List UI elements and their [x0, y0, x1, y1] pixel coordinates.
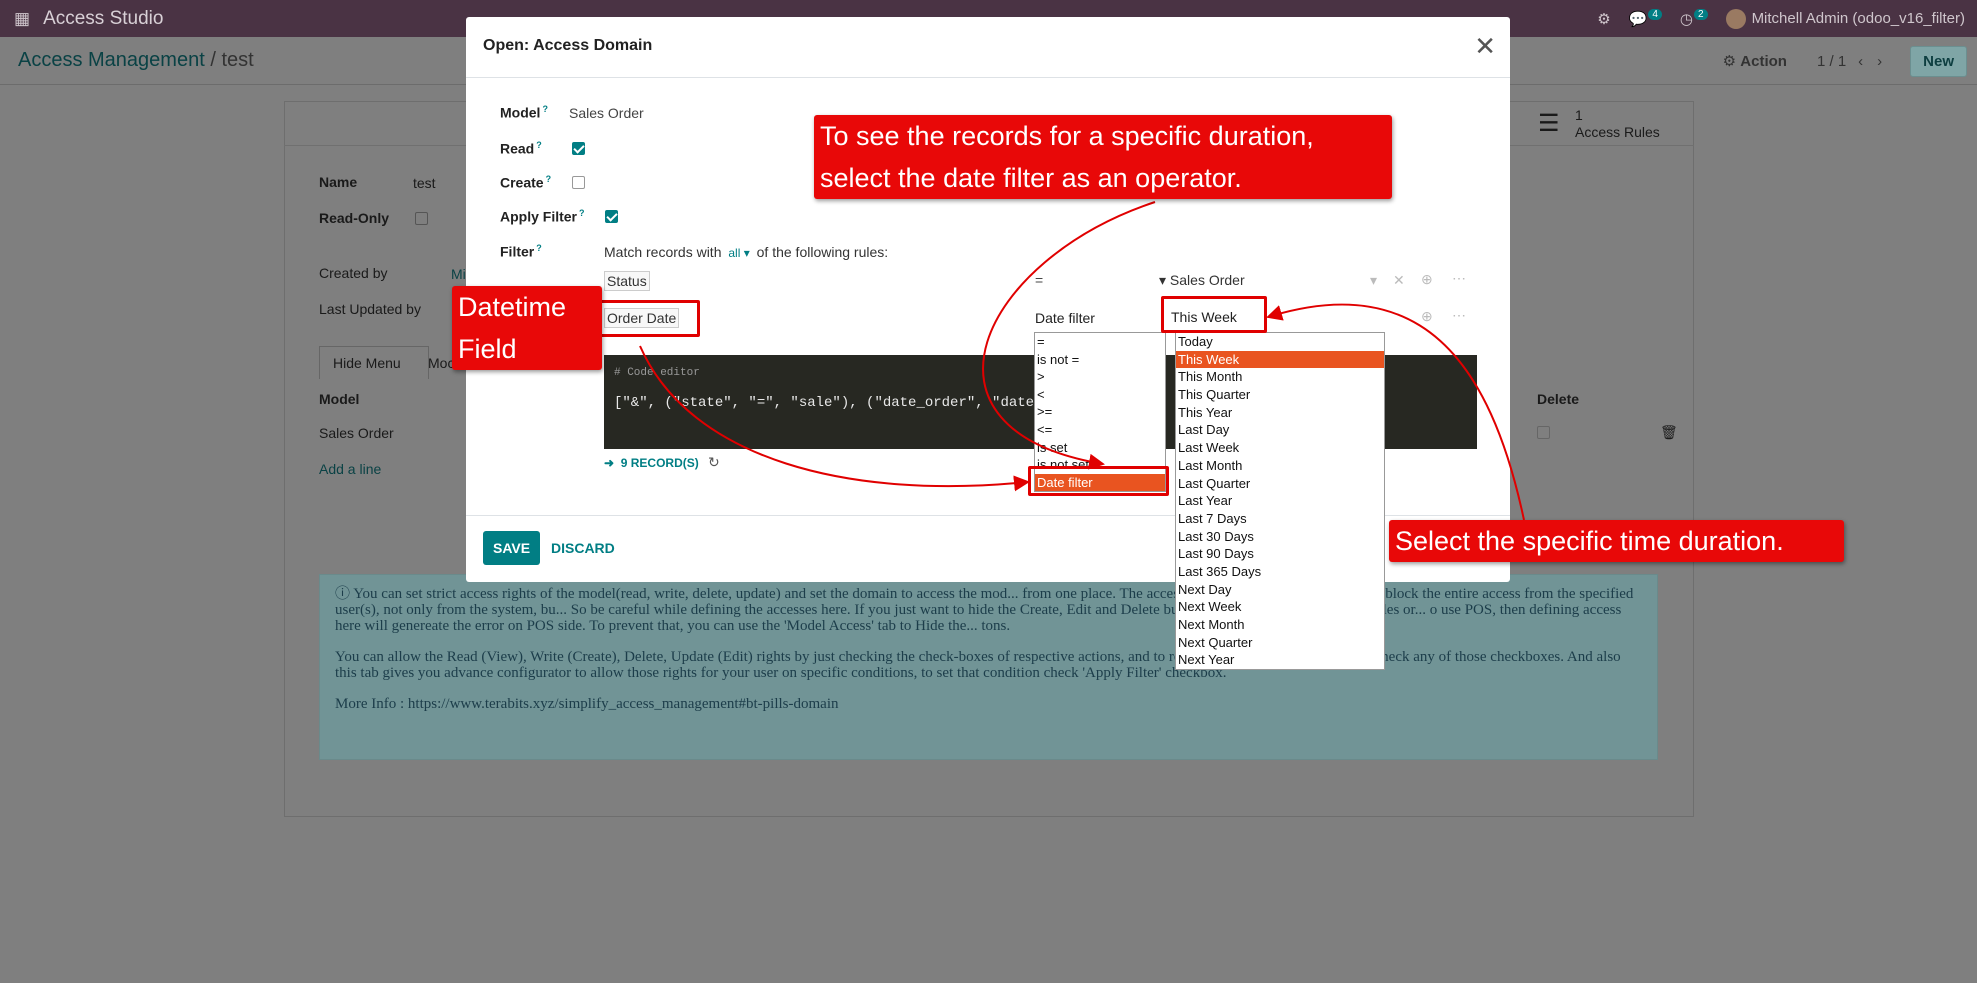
arrow-to-this-week — [1266, 303, 1525, 521]
arrow-to-date-filter-from-top — [982, 201, 1156, 470]
callout-field-line-1: Datetime — [458, 292, 567, 322]
callout-datetime-field: Datetime Field — [452, 286, 602, 370]
callout-field-line-2: Field — [458, 334, 517, 364]
callout-line-2: select the date filter as an operator. — [820, 163, 1242, 193]
callout-date-filter: To see the records for a specific durati… — [814, 115, 1392, 199]
callout-time-duration: Select the specific time duration. — [1389, 520, 1844, 562]
callout-line-1: To see the records for a specific durati… — [820, 121, 1314, 151]
arrow-from-order-date — [639, 345, 1030, 492]
